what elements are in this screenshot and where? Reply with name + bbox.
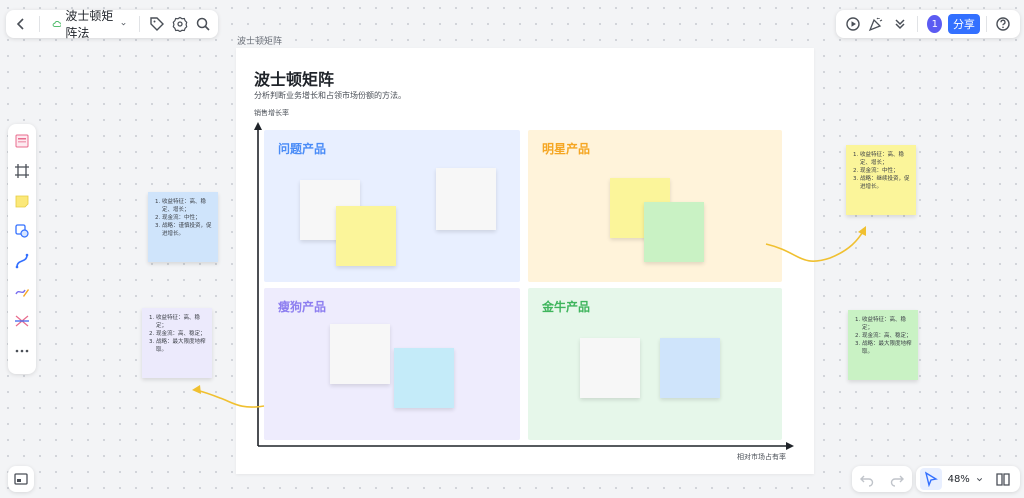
undo-redo-toolbar	[852, 466, 912, 492]
share-button[interactable]: 分享	[948, 14, 980, 34]
shape-icon	[15, 224, 29, 238]
frame-label[interactable]: 波士顿矩阵	[237, 34, 282, 47]
side-note-left-top[interactable]: 收益特征：高、稳定、增长； 现金流：中性； 战略：谨慎投资，促进增长。	[148, 192, 218, 262]
help-button[interactable]	[992, 11, 1014, 37]
guide-button[interactable]	[990, 466, 1016, 492]
note-line: 现金流：中性；	[162, 214, 212, 222]
note-line: 现金流：高、稳定；	[156, 330, 206, 338]
chevron-down-icon	[121, 22, 126, 26]
redo-button[interactable]	[884, 466, 910, 492]
minimap-icon	[14, 473, 28, 485]
note-line: 现金流：中性；	[860, 167, 910, 175]
divider	[985, 16, 987, 32]
connector-icon	[15, 253, 29, 269]
settings-button[interactable]	[170, 11, 189, 37]
more-tools-button[interactable]	[11, 340, 33, 362]
celebrate-button[interactable]	[866, 11, 888, 37]
side-note-right-top[interactable]: 收益特征：高、稳定、增长； 现金流：中性； 战略：继续投资，促进增长。	[846, 145, 916, 215]
side-note-right-bottom[interactable]: 收益特征：高、稳定； 现金流：高、稳定； 战略：最大限度地榨取。	[848, 310, 918, 380]
note-line: 战略：继续投资，促进增长。	[860, 175, 910, 191]
redo-icon	[890, 475, 904, 487]
template-tool[interactable]	[11, 130, 33, 152]
note-line: 现金流：高、稳定；	[862, 332, 912, 340]
tag-icon	[150, 17, 164, 31]
note-line: 战略：谨慎投资，促进增长。	[162, 222, 212, 238]
top-right-toolbar: 1 分享	[836, 10, 1020, 38]
minimap-button[interactable]	[8, 466, 34, 492]
side-note-left-bottom[interactable]: 收益特征：高、稳定； 现金流：高、稳定； 战略：最大限度地榨取。	[142, 308, 212, 378]
play-icon	[846, 17, 860, 31]
note-line: 收益特征：高、稳定、增长；	[162, 198, 212, 214]
book-icon	[996, 473, 1010, 486]
matrix-axes	[254, 122, 794, 450]
pen-icon	[15, 289, 29, 297]
note-line: 战略：最大限度地榨取。	[862, 340, 912, 356]
present-button[interactable]	[842, 11, 864, 37]
divider	[38, 16, 40, 32]
chevron-left-icon	[17, 18, 24, 30]
note-line: 收益特征：高、稳定；	[862, 316, 912, 332]
pen-tool[interactable]	[11, 280, 33, 302]
cloud-icon	[52, 21, 62, 27]
mindmap-tool[interactable]	[11, 310, 33, 332]
mindmap-icon	[15, 315, 29, 327]
search-button[interactable]	[193, 11, 212, 37]
cursor-icon	[924, 471, 938, 487]
double-chevron-down-icon	[895, 19, 905, 30]
more-button[interactable]	[889, 11, 911, 37]
user-count-badge[interactable]: 1	[927, 15, 943, 33]
back-button[interactable]	[12, 11, 31, 37]
sticky-note-icon	[15, 195, 29, 208]
note-line: 收益特征：高、稳定；	[156, 314, 206, 330]
search-icon	[196, 17, 210, 31]
bottom-left-toolbar	[8, 466, 34, 492]
divider	[916, 16, 918, 32]
tag-button[interactable]	[148, 11, 167, 37]
help-icon	[996, 17, 1010, 31]
matrix-frame[interactable]: 波士顿矩阵 分析判断业务增长和占领市场份额的方法。 销售增长率 相对市场占有率 …	[236, 48, 814, 474]
frame-icon	[15, 164, 29, 178]
undo-icon	[860, 475, 874, 487]
left-tools-toolbar	[8, 124, 36, 374]
zoom-toolbar: 48%	[916, 466, 1020, 492]
chevron-down-icon[interactable]	[975, 475, 984, 484]
gear-icon	[172, 16, 188, 32]
undo-button[interactable]	[854, 466, 880, 492]
template-icon	[15, 134, 29, 148]
select-tool-button[interactable]	[920, 468, 942, 490]
party-icon	[869, 17, 883, 32]
note-line: 战略：最大限度地榨取。	[156, 338, 206, 354]
document-title-text: 波士顿矩阵法	[65, 9, 114, 40]
divider	[138, 16, 140, 32]
shape-tool[interactable]	[11, 220, 33, 242]
more-dots-icon	[15, 349, 29, 353]
frame-tool[interactable]	[11, 160, 33, 182]
sticky-note-tool[interactable]	[11, 190, 33, 212]
zoom-level[interactable]: 48%	[948, 474, 970, 485]
connector-tool[interactable]	[11, 250, 33, 272]
document-title[interactable]: 波士顿矩阵法	[48, 7, 131, 41]
top-left-toolbar: 波士顿矩阵法	[6, 7, 218, 41]
note-line: 收益特征：高、稳定、增长；	[860, 151, 910, 167]
